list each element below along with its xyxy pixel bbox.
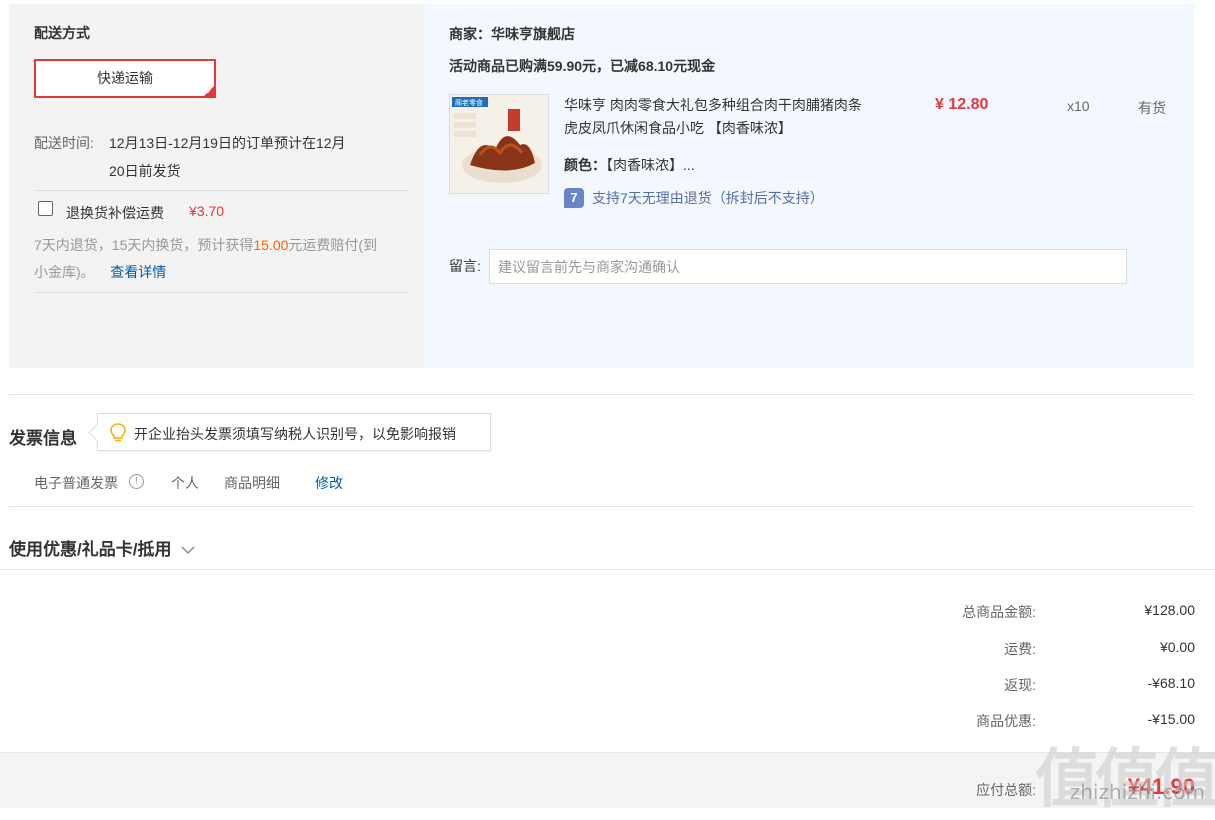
product-thumbnail[interactable]: 阁老零食 (449, 94, 549, 194)
divider (34, 190, 409, 191)
divider (9, 394, 1194, 395)
summary-label: 返现: (1004, 677, 1036, 693)
summary-value: ¥0.00 (1159, 639, 1195, 655)
shipping-title: 配送方式 (34, 25, 90, 41)
check-icon: ✓ (205, 86, 213, 96)
note-amount: 15.00 (253, 237, 289, 253)
express-shipping-button[interactable]: 快递运输 ✓ (34, 59, 216, 98)
total-label: 应付总额: (976, 782, 1036, 798)
product-image: 阁老零食 (450, 95, 548, 193)
invoice-detail: 商品明细 (224, 475, 280, 491)
invoice-person: 个人 (171, 475, 199, 491)
summary-value: -¥68.10 (1147, 675, 1195, 691)
coupon-toggle[interactable]: 使用优惠/礼品卡/抵用 (9, 535, 196, 560)
summary-value: ¥128.00 (1144, 602, 1195, 618)
coupon-title: 使用优惠/礼品卡/抵用 (9, 540, 172, 559)
summary-label: 总商品金额: (962, 604, 1036, 620)
divider (0, 569, 1215, 570)
product-quantity: x10 (1067, 98, 1090, 114)
invoice-tip-text: 开企业抬头发票须填写纳税人识别号，以免影响报销 (134, 426, 456, 442)
note-text-3: 小金库)。 (34, 264, 95, 280)
divider (34, 292, 409, 293)
note-label: 留言: (449, 258, 481, 274)
return-policy-text: 支持7天无理由退货（拆封后不支持） (592, 190, 824, 206)
store-row: 商家：华味亨旗舰店 (449, 24, 575, 44)
summary-label: 运费: (1004, 641, 1036, 657)
shipping-time-value-2: 20日前发货 (109, 163, 181, 179)
divider (9, 506, 1194, 507)
summary-value: -¥15.00 (1147, 711, 1195, 727)
watermark-logo: 值值值 (1035, 743, 1215, 815)
watermark-url: zhizhizhi.com (1069, 780, 1205, 804)
view-details-link[interactable]: 查看详情 (110, 264, 166, 280)
color-label: 颜色： (564, 157, 606, 173)
product-image-brand: 阁老零食 (455, 98, 483, 107)
freight-insurance-label: 退换货补偿运费 (66, 205, 164, 221)
invoice-tip: 开企业抬头发票须填写纳税人识别号，以免影响报销 (97, 413, 491, 451)
express-shipping-label: 快递运输 (97, 70, 153, 86)
freight-insurance-note: 7天内退货，15天内换货，预计获得15.00元运费赔付(到 小金库)。 查看详情 (34, 232, 414, 286)
freight-insurance-price: ¥3.70 (189, 203, 225, 219)
seller-note-input[interactable] (489, 249, 1127, 284)
shipping-time-value: 12月13日-12月19日的订单预计在12月 (109, 135, 346, 151)
invoice-title: 发票信息 (9, 429, 77, 448)
info-icon[interactable]: ! (129, 474, 144, 489)
promo-text: 活动商品已购满59.90元，已减68.10元现金 (449, 58, 716, 74)
freight-insurance-checkbox[interactable] (38, 201, 53, 216)
product-color-row: 颜色：【肉香味浓】... (564, 155, 695, 175)
invoice-type: 电子普通发票 (34, 475, 118, 491)
color-value: 【肉香味浓】... (606, 157, 695, 173)
product-title[interactable]: 华味亨 肉肉零食大礼包多种组合肉干肉脯猪肉条虎皮凤爪休闲食品小吃 【肉香味浓】 (564, 94, 864, 140)
store-name[interactable]: 华味亨旗舰店 (491, 26, 575, 42)
summary-label: 商品优惠: (976, 713, 1036, 729)
chevron-down-icon (181, 546, 195, 555)
store-label: 商家： (449, 26, 491, 42)
note-text-2: 元运费赔付(到 (288, 237, 378, 253)
stock-status: 有货 (1138, 100, 1166, 116)
lightbulb-icon (110, 423, 126, 442)
invoice-modify-link[interactable]: 修改 (315, 473, 343, 493)
product-price: ¥ 12.80 (935, 96, 989, 113)
shipping-time-label: 配送时间: (34, 135, 94, 151)
note-text-1: 7天内退货，15天内换货，预计获得 (34, 237, 254, 253)
seven-day-return-icon: 7 (564, 188, 584, 208)
